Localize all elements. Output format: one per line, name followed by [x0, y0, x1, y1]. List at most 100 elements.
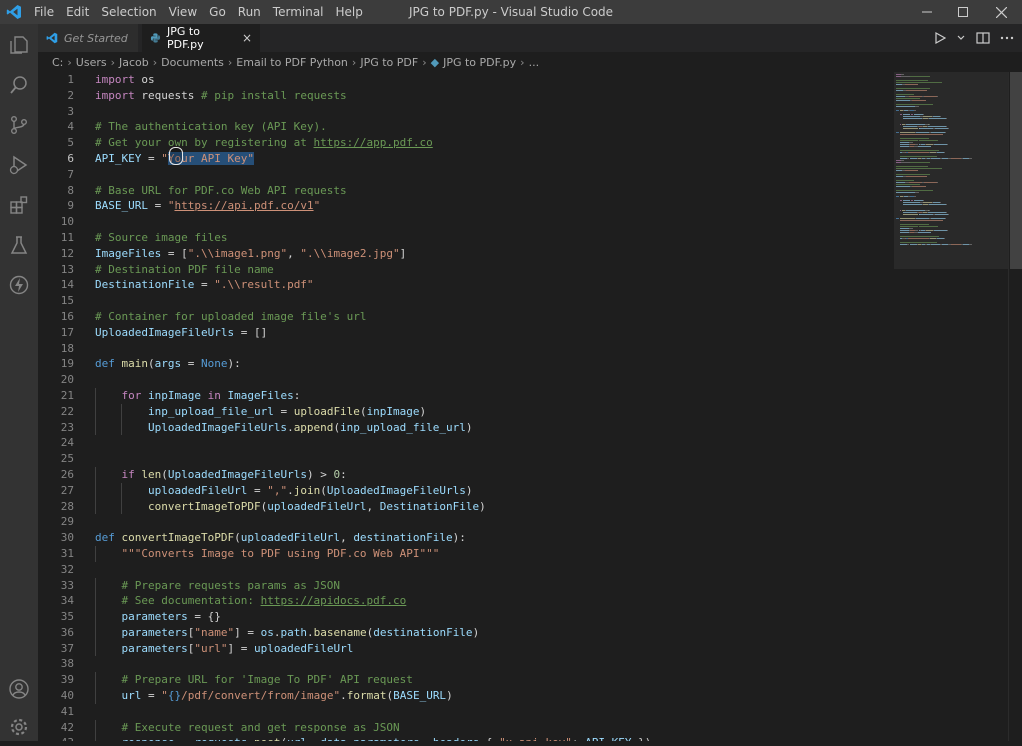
code-line[interactable]: DestinationFile = ".\\result.pdf" [95, 277, 894, 293]
minimap-line [944, 132, 947, 133]
breadcrumb-item[interactable]: C: [52, 56, 63, 69]
chevron-down-icon[interactable] [956, 33, 966, 43]
code-line[interactable]: parameters["name"] = os.path.basename(de… [95, 624, 894, 641]
tab-jpg-to-pdf[interactable]: JPG to PDF.py × [142, 24, 260, 52]
code-line[interactable] [95, 214, 894, 230]
line-number: 3 [67, 104, 74, 118]
line-number: 21 [60, 388, 74, 402]
explorer-button[interactable] [0, 26, 38, 64]
code-line[interactable] [95, 372, 894, 388]
code-line[interactable]: if len(UploadedImageFileUrls) > 0: [95, 466, 894, 483]
source-control-button[interactable] [0, 106, 38, 144]
accounts-button[interactable] [0, 670, 38, 708]
breadcrumb-item[interactable]: JPG to PDF [360, 56, 418, 69]
code-line[interactable]: import requests # pip install requests [95, 88, 894, 104]
code-line[interactable]: for inpImage in ImageFiles: [95, 387, 894, 404]
breadcrumb-item[interactable]: JPG to PDF.py [443, 56, 516, 69]
code-line[interactable]: # The authentication key (API Key). [95, 119, 894, 135]
code-line[interactable]: # Prepare URL for 'Image To PDF' API req… [95, 672, 894, 689]
code-line[interactable] [95, 514, 894, 530]
menu-item-run[interactable]: Run [232, 0, 267, 24]
code-line[interactable]: API_KEY = "Your API Key" [95, 151, 894, 167]
testing-button[interactable] [0, 226, 38, 264]
line-number: 13 [60, 262, 74, 276]
tab-label: JPG to PDF.py [166, 25, 204, 51]
breadcrumb-item[interactable]: Users [76, 56, 107, 69]
search-button[interactable] [0, 66, 38, 104]
manage-button[interactable] [0, 708, 38, 746]
code-line[interactable]: response = requests.post(url, data=param… [95, 735, 894, 741]
minimap-line [925, 144, 933, 145]
extensions-button[interactable] [0, 186, 38, 224]
code-line[interactable] [95, 341, 894, 357]
line-number: 26 [60, 467, 74, 481]
code-area[interactable]: import os import requests # pip install r… [95, 72, 894, 741]
code-line[interactable]: uploadedFileUrl = ",".join(UploadedImage… [95, 482, 894, 499]
menu-item-go[interactable]: Go [203, 0, 232, 24]
minimap-line [937, 96, 939, 97]
code-line[interactable] [95, 435, 894, 451]
code-line[interactable]: parameters = {} [95, 609, 894, 625]
code-token: ".\\image1.png" [187, 246, 288, 260]
code-line[interactable]: def convertImageToPDF(uploadedFileUrl, d… [95, 530, 894, 546]
code-line[interactable]: # See documentation: https://apidocs.pdf… [95, 593, 894, 610]
close-window-button[interactable] [982, 0, 1020, 24]
minimize-button[interactable] [908, 0, 946, 24]
code-line[interactable] [95, 704, 894, 720]
maximize-button[interactable] [944, 0, 982, 24]
code-line[interactable]: inp_upload_file_url = uploadFile(inpImag… [95, 403, 894, 420]
code-line[interactable]: # Execute request and get response as JS… [95, 719, 894, 736]
breadcrumb-item[interactable]: ... [529, 56, 540, 69]
code-line[interactable]: url = "{}/pdf/convert/from/image".format… [95, 688, 894, 704]
minimap[interactable] [894, 72, 1008, 741]
code-line[interactable]: # Base URL for PDF.co Web API requests [95, 183, 894, 199]
menu-item-view[interactable]: View [163, 0, 203, 24]
breadcrumb-item[interactable]: Jacob [119, 56, 149, 69]
code-line[interactable]: convertImageToPDF(uploadedFileUrl, Desti… [95, 498, 894, 515]
breadcrumb-item[interactable]: Email to PDF Python [236, 56, 348, 69]
code-editor[interactable]: 1 2 3 4 5 6 7 8 9 10 11 12 13 14 15 16 17 18 19 20 21 22 23 24 2… [38, 72, 894, 741]
code-line[interactable]: def main(args = None): [95, 356, 894, 372]
minimap-line [899, 146, 909, 147]
thunder-client-button[interactable] [0, 266, 38, 304]
menu-item-selection[interactable]: Selection [95, 0, 162, 24]
split-editor-icon[interactable] [976, 32, 990, 44]
tab-get-started[interactable]: Get Started [38, 24, 138, 52]
code-line[interactable]: # Prepare requests params as JSON [95, 577, 894, 594]
code-line[interactable]: ImageFiles = [".\\image1.png", ".\\image… [95, 246, 894, 262]
breadcrumb-item[interactable]: Documents [161, 56, 224, 69]
code-line[interactable]: UploadedImageFileUrls.append(inp_upload_… [95, 419, 894, 436]
code-line[interactable] [95, 167, 894, 183]
run-python-file-icon[interactable] [934, 32, 946, 44]
code-line[interactable]: import os [95, 72, 894, 88]
scrollbar-thumb[interactable] [1010, 72, 1022, 269]
minimap-line [901, 76, 911, 77]
code-line[interactable] [95, 451, 894, 467]
more-actions-icon[interactable] [1000, 32, 1014, 44]
code-token: parameters [121, 625, 188, 639]
line-number: 2 [67, 88, 74, 102]
vertical-scrollbar[interactable] [1008, 72, 1022, 741]
code-line[interactable] [95, 656, 894, 672]
code-line[interactable]: # Get your own by registering at https:/… [95, 135, 894, 151]
code-line[interactable]: # Destination PDF file name [95, 262, 894, 278]
menu-item-help[interactable]: Help [330, 0, 369, 24]
menu-item-terminal[interactable]: Terminal [267, 0, 330, 24]
run-debug-button[interactable] [0, 146, 38, 184]
code-line[interactable]: BASE_URL = "https://api.pdf.co/v1" [95, 198, 894, 214]
code-line[interactable]: # Container for uploaded image file's ur… [95, 309, 894, 325]
menu-item-edit[interactable]: Edit [60, 0, 95, 24]
code-line[interactable]: """Converts Image to PDF using PDF.co We… [95, 545, 894, 562]
menu-item-file[interactable]: File [28, 0, 60, 24]
code-line[interactable] [95, 104, 894, 120]
code-line[interactable] [95, 293, 894, 309]
code-line[interactable] [95, 562, 894, 578]
code-line[interactable]: # Source image files [95, 230, 894, 246]
minimap-line [929, 210, 931, 211]
code-line[interactable]: parameters["url"] = uploadedFileUrl [95, 640, 894, 657]
indent-guide [95, 672, 96, 689]
code-token: , [366, 499, 380, 513]
code-line[interactable]: UploadedImageFileUrls = [] [95, 325, 894, 341]
close-tab-icon[interactable]: × [242, 31, 252, 45]
